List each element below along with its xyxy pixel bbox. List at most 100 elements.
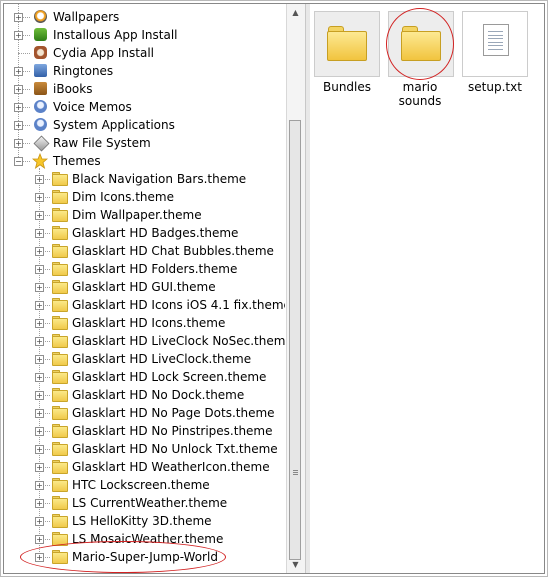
expand-icon[interactable]: + bbox=[35, 247, 44, 256]
scrollbar-thumb[interactable] bbox=[289, 120, 301, 560]
expand-icon[interactable]: + bbox=[35, 337, 44, 346]
tree-item-label: Glasklart HD LiveClock NoSec.theme bbox=[72, 334, 285, 348]
expand-icon[interactable]: + bbox=[35, 193, 44, 202]
tree-item-theme[interactable]: + Glasklart HD No Pinstripes.theme bbox=[4, 422, 285, 440]
scroll-up-icon[interactable]: ▲ bbox=[289, 6, 302, 19]
tree-item-theme[interactable]: + Glasklart HD Chat Bubbles.theme bbox=[4, 242, 285, 260]
file-item-setup-txt[interactable] bbox=[462, 11, 528, 77]
tree-item-theme[interactable]: + Black Navigation Bars.theme bbox=[4, 170, 285, 188]
folder-icon bbox=[52, 370, 68, 384]
tree-item-theme[interactable]: + Glasklart HD Badges.theme bbox=[4, 224, 285, 242]
text-file-icon bbox=[483, 24, 509, 56]
tree-item-ringtones[interactable]: + Ringtones bbox=[4, 62, 285, 80]
file-name-label: Bundles bbox=[322, 80, 372, 94]
expand-icon[interactable]: + bbox=[35, 175, 44, 184]
file-browser-panes: + Wallpapers + Installous App Install Cydia … bbox=[3, 3, 545, 574]
voice-memos-icon bbox=[34, 100, 47, 113]
expand-icon[interactable]: + bbox=[35, 301, 44, 310]
expand-icon[interactable]: + bbox=[35, 265, 44, 274]
tree-item-theme[interactable]: + Glasklart HD No Unlock Txt.theme bbox=[4, 440, 285, 458]
tree-item-label: Glasklart HD Badges.theme bbox=[72, 226, 239, 240]
tree-item-label: Themes bbox=[53, 154, 101, 168]
tree-item-label: LS CurrentWeather.theme bbox=[72, 496, 228, 510]
tree-item-ibooks[interactable]: + iBooks bbox=[4, 80, 285, 98]
tree-item-label: iBooks bbox=[53, 82, 93, 96]
expand-icon[interactable]: + bbox=[35, 517, 44, 526]
expand-icon[interactable]: + bbox=[35, 481, 44, 490]
expand-icon[interactable]: + bbox=[35, 391, 44, 400]
expand-icon[interactable]: + bbox=[14, 85, 23, 94]
tree-item-label: Glasklart HD Folders.theme bbox=[72, 262, 238, 276]
expand-icon[interactable]: + bbox=[14, 67, 23, 76]
tree-item-theme[interactable]: + Glasklart HD No Dock.theme bbox=[4, 386, 285, 404]
tree-item-theme[interactable]: + Glasklart HD No Page Dots.theme bbox=[4, 404, 285, 422]
expand-icon[interactable]: + bbox=[35, 535, 44, 544]
expand-icon[interactable]: + bbox=[35, 499, 44, 508]
tree-item-theme[interactable]: + Glasklart HD Folders.theme bbox=[4, 260, 285, 278]
tree-item-theme[interactable]: + Glasklart HD LiveClock NoSec.theme bbox=[4, 332, 285, 350]
file-browser-window: + Wallpapers + Installous App Install Cydia … bbox=[0, 0, 548, 577]
collapse-icon[interactable]: − bbox=[14, 157, 23, 166]
folder-icon bbox=[52, 172, 68, 186]
highlight-circle bbox=[386, 8, 454, 80]
tree-item-theme[interactable]: + Glasklart HD WeatherIcon.theme bbox=[4, 458, 285, 476]
expand-icon[interactable]: + bbox=[14, 13, 23, 22]
expand-icon[interactable]: + bbox=[35, 319, 44, 328]
tree-item-installous-app-install[interactable]: + Installous App Install bbox=[4, 26, 285, 44]
tree-item-label: Wallpapers bbox=[53, 10, 120, 24]
tree-item-theme[interactable]: + Glasklart HD Lock Screen.theme bbox=[4, 368, 285, 386]
tree-item-theme[interactable]: + Glasklart HD Icons iOS 4.1 fix.theme bbox=[4, 296, 285, 314]
tree-item-themes[interactable]: − Themes bbox=[4, 152, 285, 170]
expand-icon[interactable]: + bbox=[35, 427, 44, 436]
folder-icon bbox=[52, 514, 68, 528]
tree-item-cydia-app-install[interactable]: Cydia App Install bbox=[4, 44, 285, 62]
folder-tree[interactable]: + Wallpapers + Installous App Install Cydia … bbox=[4, 4, 285, 573]
file-list-pane[interactable]: Bundles mario sounds setup.txt bbox=[310, 4, 544, 573]
tree-item-system-applications[interactable]: + System Applications bbox=[4, 116, 285, 134]
tree-item-label: Installous App Install bbox=[53, 28, 178, 42]
expand-icon[interactable]: + bbox=[35, 463, 44, 472]
expand-icon[interactable]: + bbox=[35, 445, 44, 454]
tree-item-label: Glasklart HD Icons iOS 4.1 fix.theme bbox=[72, 298, 285, 312]
expand-icon[interactable]: + bbox=[14, 103, 23, 112]
tree-item-label: Glasklart HD Chat Bubbles.theme bbox=[72, 244, 274, 258]
tree-scrollbar[interactable]: ▲ ▼ bbox=[286, 4, 305, 573]
expand-icon[interactable]: + bbox=[35, 283, 44, 292]
expand-icon[interactable]: + bbox=[14, 121, 23, 130]
tree-item-theme[interactable]: + Dim Icons.theme bbox=[4, 188, 285, 206]
tree-item-theme[interactable]: + Glasklart HD GUI.theme bbox=[4, 278, 285, 296]
expand-icon[interactable]: + bbox=[14, 31, 23, 40]
tree-item-label: Glasklart HD GUI.theme bbox=[72, 280, 216, 294]
tree-item-theme[interactable]: + Glasklart HD Icons.theme bbox=[4, 314, 285, 332]
tree-item-voice-memos[interactable]: + Voice Memos bbox=[4, 98, 285, 116]
tree-item-raw-file-system[interactable]: + Raw File System bbox=[4, 134, 285, 152]
tree-item-theme[interactable]: + HTC Lockscreen.theme bbox=[4, 476, 285, 494]
file-item-bundles[interactable] bbox=[314, 11, 380, 77]
tree-item-label: Glasklart HD Lock Screen.theme bbox=[72, 370, 267, 384]
scroll-down-icon[interactable]: ▼ bbox=[289, 558, 302, 571]
tree-item-theme[interactable]: + LS HelloKitty 3D.theme bbox=[4, 512, 285, 530]
folder-icon bbox=[52, 316, 68, 330]
expand-icon[interactable]: + bbox=[14, 139, 23, 148]
folder-icon bbox=[52, 244, 68, 258]
tree-item-label: System Applications bbox=[53, 118, 175, 132]
tree-item-label: Glasklart HD Icons.theme bbox=[72, 316, 226, 330]
tree-item-theme[interactable]: + Dim Wallpaper.theme bbox=[4, 206, 285, 224]
expand-icon[interactable]: + bbox=[35, 229, 44, 238]
tree-item-label: Voice Memos bbox=[53, 100, 132, 114]
tree-item-label: Dim Icons.theme bbox=[72, 190, 174, 204]
tree-item-label: Black Navigation Bars.theme bbox=[72, 172, 247, 186]
folder-icon bbox=[52, 190, 68, 204]
folder-icon bbox=[52, 298, 68, 312]
expand-icon[interactable]: + bbox=[35, 409, 44, 418]
tree-item-theme[interactable]: + Glasklart HD LiveClock.theme bbox=[4, 350, 285, 368]
expand-icon[interactable]: + bbox=[35, 373, 44, 382]
expand-icon[interactable]: + bbox=[35, 211, 44, 220]
expand-icon[interactable]: + bbox=[35, 355, 44, 364]
tree-item-label: Glasklart HD WeatherIcon.theme bbox=[72, 460, 270, 474]
tree-item-label: Glasklart HD No Page Dots.theme bbox=[72, 406, 275, 420]
folder-icon bbox=[52, 496, 68, 510]
tree-item-theme[interactable]: + LS CurrentWeather.theme bbox=[4, 494, 285, 512]
tree-item-label: Glasklart HD No Unlock Txt.theme bbox=[72, 442, 278, 456]
tree-item-wallpapers[interactable]: + Wallpapers bbox=[4, 8, 285, 26]
